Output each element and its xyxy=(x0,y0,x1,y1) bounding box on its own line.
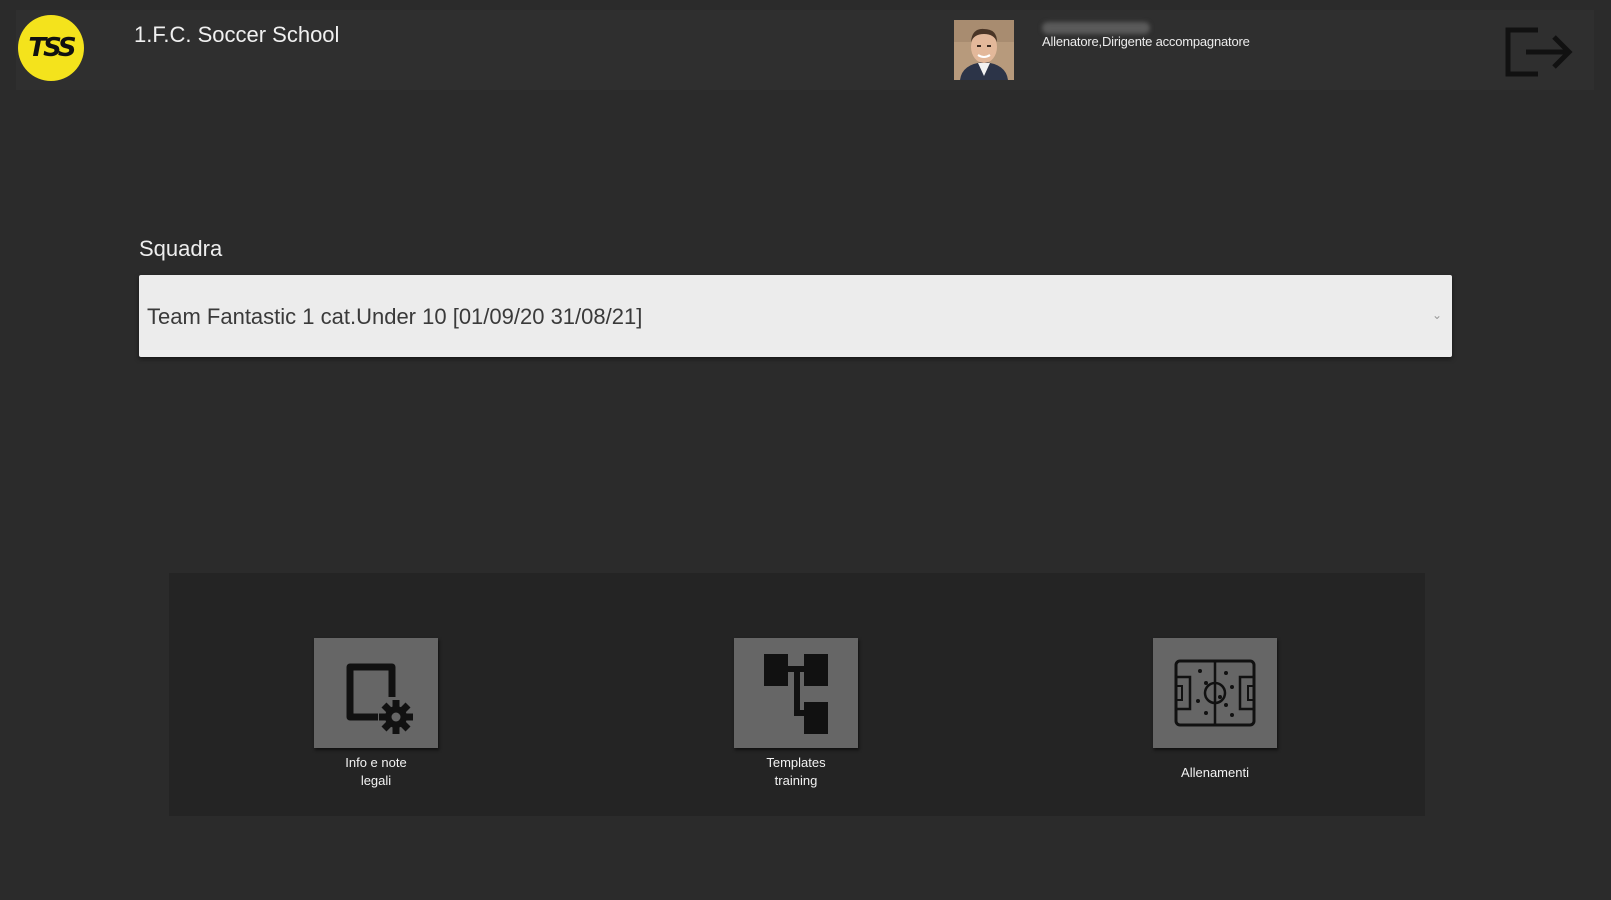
team-label: Squadra xyxy=(139,236,223,261)
menu-item-allenamenti[interactable]: Allenamenti xyxy=(1150,638,1280,782)
hierarchy-icon xyxy=(764,654,828,734)
avatar[interactable] xyxy=(954,20,1014,80)
logout-button[interactable] xyxy=(1502,24,1578,80)
menu-item-allenamenti-label: Allenamenti xyxy=(1181,765,1249,780)
menu-item-info-legal-label: Info e note legali xyxy=(345,755,407,788)
top-bar: TSS 1.F.C. Soccer School Allenatore,Diri… xyxy=(16,10,1594,90)
menu-item-templates-training-label: Templates training xyxy=(766,755,826,788)
app-title: 1.F.C. Soccer School xyxy=(134,22,340,47)
logout-icon xyxy=(1505,27,1573,77)
team-select[interactable]: Team Fantastic 1 cat.Under 10 [01/09/20 … xyxy=(139,275,1452,357)
screen-settings-icon xyxy=(346,663,413,734)
menu-panel: Info e note legali Templates training Al… xyxy=(169,573,1425,816)
menu-item-info-legal-tile[interactable] xyxy=(314,638,438,748)
menu-item-templates-training-tile[interactable] xyxy=(734,638,858,748)
user-name-redacted xyxy=(1042,22,1150,34)
chevron-down-icon: ⌄ xyxy=(1431,308,1442,322)
logo-text: TSS xyxy=(28,33,76,63)
menu-item-templates-training[interactable]: Templates training xyxy=(731,638,861,790)
menu-item-allenamenti-tile[interactable] xyxy=(1153,638,1277,748)
user-role: Allenatore,Dirigente accompagnatore xyxy=(1042,34,1250,49)
menu-item-info-legal[interactable]: Info e note legali xyxy=(311,638,441,790)
app-logo: TSS xyxy=(18,15,84,81)
team-select-value: Team Fantastic 1 cat.Under 10 [01/09/20 … xyxy=(147,304,643,329)
soccer-field-icon xyxy=(1174,659,1256,727)
